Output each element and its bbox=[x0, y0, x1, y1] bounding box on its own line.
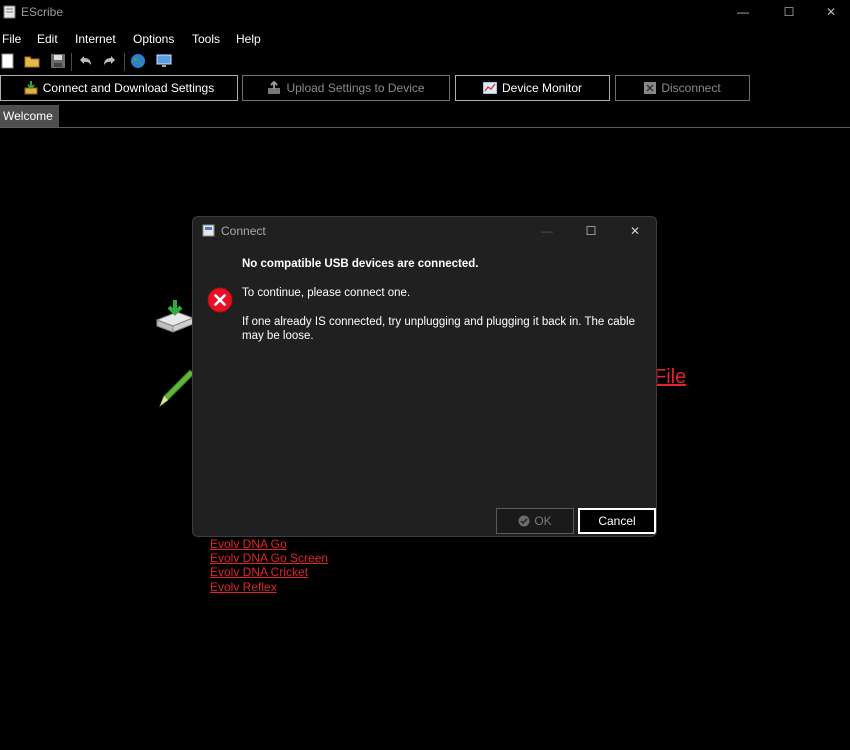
dialog-app-icon bbox=[202, 224, 215, 237]
app-icon bbox=[3, 5, 16, 19]
maximize-icon: ☐ bbox=[585, 224, 597, 238]
cancel-label: Cancel bbox=[598, 514, 636, 528]
dialog-close-button[interactable]: ✕ bbox=[613, 217, 656, 245]
dialog-title: Connect bbox=[221, 224, 266, 238]
minimize-button[interactable]: — bbox=[720, 0, 766, 24]
upload-settings-button[interactable]: Upload Settings to Device bbox=[242, 75, 450, 101]
upload-settings-label: Upload Settings to Device bbox=[286, 81, 425, 95]
connect-download-button[interactable]: Connect and Download Settings bbox=[0, 75, 238, 101]
maximize-button[interactable]: ☐ bbox=[766, 0, 812, 24]
menu-bar: File Edit Internet Options Tools Help bbox=[0, 29, 850, 49]
device-monitor-label: Device Monitor bbox=[501, 81, 583, 95]
disconnect-button[interactable]: Disconnect bbox=[615, 75, 750, 101]
disconnect-x-icon bbox=[644, 82, 657, 94]
minimize-icon: — bbox=[541, 224, 553, 238]
connect-download-label: Connect and Download Settings bbox=[42, 81, 215, 95]
cancel-button[interactable]: Cancel bbox=[578, 508, 656, 534]
close-button[interactable]: ✕ bbox=[812, 0, 850, 24]
pencil-icon bbox=[158, 369, 194, 408]
dialog-maximize-button[interactable]: ☐ bbox=[569, 217, 613, 245]
globe-icon[interactable] bbox=[130, 53, 146, 69]
toolbar bbox=[0, 51, 850, 73]
maximize-icon: ☐ bbox=[783, 5, 795, 19]
ok-button[interactable]: OK bbox=[496, 508, 574, 534]
app-title: EScribe bbox=[21, 5, 64, 19]
close-icon: ✕ bbox=[629, 224, 641, 238]
dialog-message-line2: If one already IS connected, try unplugg… bbox=[242, 316, 635, 342]
open-folder-icon[interactable] bbox=[24, 53, 40, 69]
menu-options[interactable]: Options bbox=[133, 32, 174, 46]
toolbar-separator bbox=[124, 53, 125, 71]
device-monitor-button[interactable]: Device Monitor bbox=[455, 75, 610, 101]
menu-file[interactable]: File bbox=[2, 32, 21, 46]
minimize-icon: — bbox=[737, 5, 749, 19]
save-icon[interactable] bbox=[50, 53, 66, 69]
link-evolv-reflex[interactable]: Evolv Reflex bbox=[210, 580, 277, 594]
toolbar-separator bbox=[71, 53, 72, 71]
link-evolv-dna-cricket[interactable]: Evolv DNA Cricket bbox=[210, 565, 308, 579]
new-icon[interactable] bbox=[0, 53, 16, 69]
link-evolv-dna-go[interactable]: Evolv DNA Go bbox=[210, 537, 287, 551]
menu-help[interactable]: Help bbox=[236, 32, 261, 46]
open-file-link[interactable]: File bbox=[654, 366, 686, 389]
error-icon bbox=[207, 287, 233, 313]
connect-dialog: Connect — ☐ ✕ No compatible USB devices … bbox=[192, 216, 657, 537]
disconnect-label: Disconnect bbox=[661, 81, 721, 95]
undo-icon[interactable] bbox=[77, 53, 93, 69]
dialog-minimize-button[interactable]: — bbox=[525, 217, 569, 245]
tab-welcome[interactable]: Welcome bbox=[0, 105, 59, 127]
menu-internet[interactable]: Internet bbox=[75, 32, 116, 46]
menu-edit[interactable]: Edit bbox=[37, 32, 58, 46]
redo-icon[interactable] bbox=[102, 53, 118, 69]
tab-divider bbox=[0, 127, 850, 128]
dialog-message-line1: To continue, please connect one. bbox=[242, 287, 411, 299]
menu-tools[interactable]: Tools bbox=[192, 32, 220, 46]
check-circle-icon bbox=[518, 515, 530, 527]
title-bar: EScribe — ☐ ✕ bbox=[0, 0, 850, 24]
chart-monitor-icon bbox=[482, 82, 497, 94]
device-download-icon bbox=[155, 300, 195, 333]
close-icon: ✕ bbox=[825, 5, 837, 19]
monitor-icon[interactable] bbox=[156, 53, 172, 69]
dialog-heading: No compatible USB devices are connected. bbox=[242, 258, 479, 270]
ok-label: OK bbox=[534, 514, 552, 528]
upload-icon bbox=[268, 81, 281, 94]
download-icon bbox=[24, 81, 38, 95]
link-evolv-dna-go-screen[interactable]: Evolv DNA Go Screen bbox=[210, 551, 328, 565]
